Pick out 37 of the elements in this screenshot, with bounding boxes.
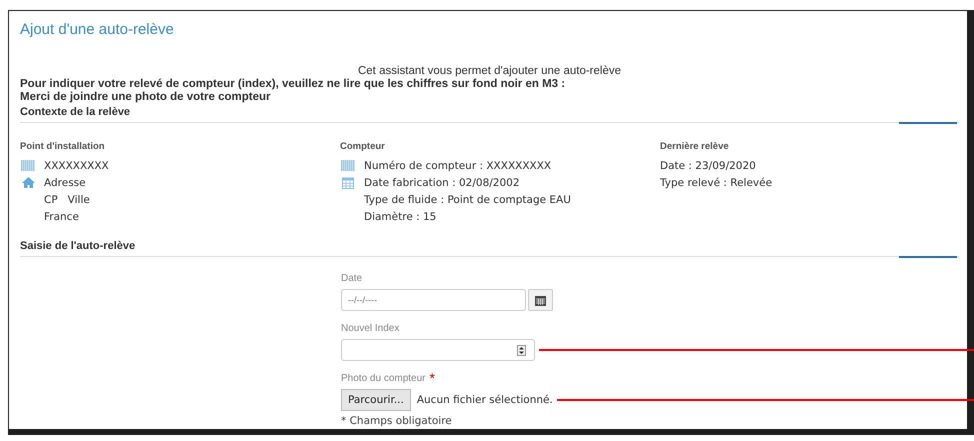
spinner-icon <box>517 344 526 356</box>
section-heading: Saisie de l'auto-relève <box>20 240 136 252</box>
section-heading: Contexte de la relève <box>20 106 132 118</box>
field-label: Date <box>341 273 362 284</box>
info-text: Type de fluide : Point de comptage EAU <box>364 194 571 206</box>
browse-button[interactable]: Parcourir... <box>341 389 411 411</box>
home-icon <box>22 177 34 188</box>
info-text: Type relevé : Relevée <box>660 176 772 188</box>
intro-text: Cet assistant vous permet d'ajouter une auto-relève <box>358 65 621 77</box>
calendar-button[interactable] <box>528 289 553 311</box>
barcode-icon <box>21 160 35 171</box>
info-text: Numéro de compteur : XXXXXXXXX <box>364 160 552 172</box>
info-text: France <box>44 210 79 222</box>
file-status: Aucun fichier sélectionné. <box>416 394 553 406</box>
info-text: Diamètre : 15 <box>364 210 436 222</box>
info-text: Date : 23/09/2020 <box>660 160 756 172</box>
required-mark: * <box>430 373 435 384</box>
instruction-text: Pour indiquer votre relevé de compteur (index), veuillez ne lire que les chiffres sur fond noir en M3 : <box>20 78 566 90</box>
info-text: Date fabrication : 02/08/2002 <box>364 176 520 188</box>
instruction-text: Merci de joindre une photo de votre compteur <box>20 91 270 103</box>
column-title: Compteur <box>340 141 385 152</box>
date-field[interactable]: --/--/---- <box>341 289 526 311</box>
column-title: Dernière relève <box>660 141 729 152</box>
calendar-icon <box>535 294 546 306</box>
info-text: CP Ville <box>44 194 90 206</box>
column-title: Point d'installation <box>20 141 105 152</box>
info-text: Adresse <box>44 176 86 188</box>
required-note: * Champs obligatoire <box>341 415 453 427</box>
page-title: Ajout d'une auto-relève <box>20 21 175 40</box>
field-label: Photo du compteur <box>341 373 426 384</box>
info-text: XXXXXXXXX <box>44 160 109 172</box>
field-label: Nouvel Index <box>341 323 400 334</box>
section-accent-bar <box>899 256 957 258</box>
barcode-icon <box>341 160 355 171</box>
section-accent-bar <box>899 122 957 124</box>
calendar-icon <box>342 176 354 189</box>
index-field[interactable] <box>341 339 535 361</box>
